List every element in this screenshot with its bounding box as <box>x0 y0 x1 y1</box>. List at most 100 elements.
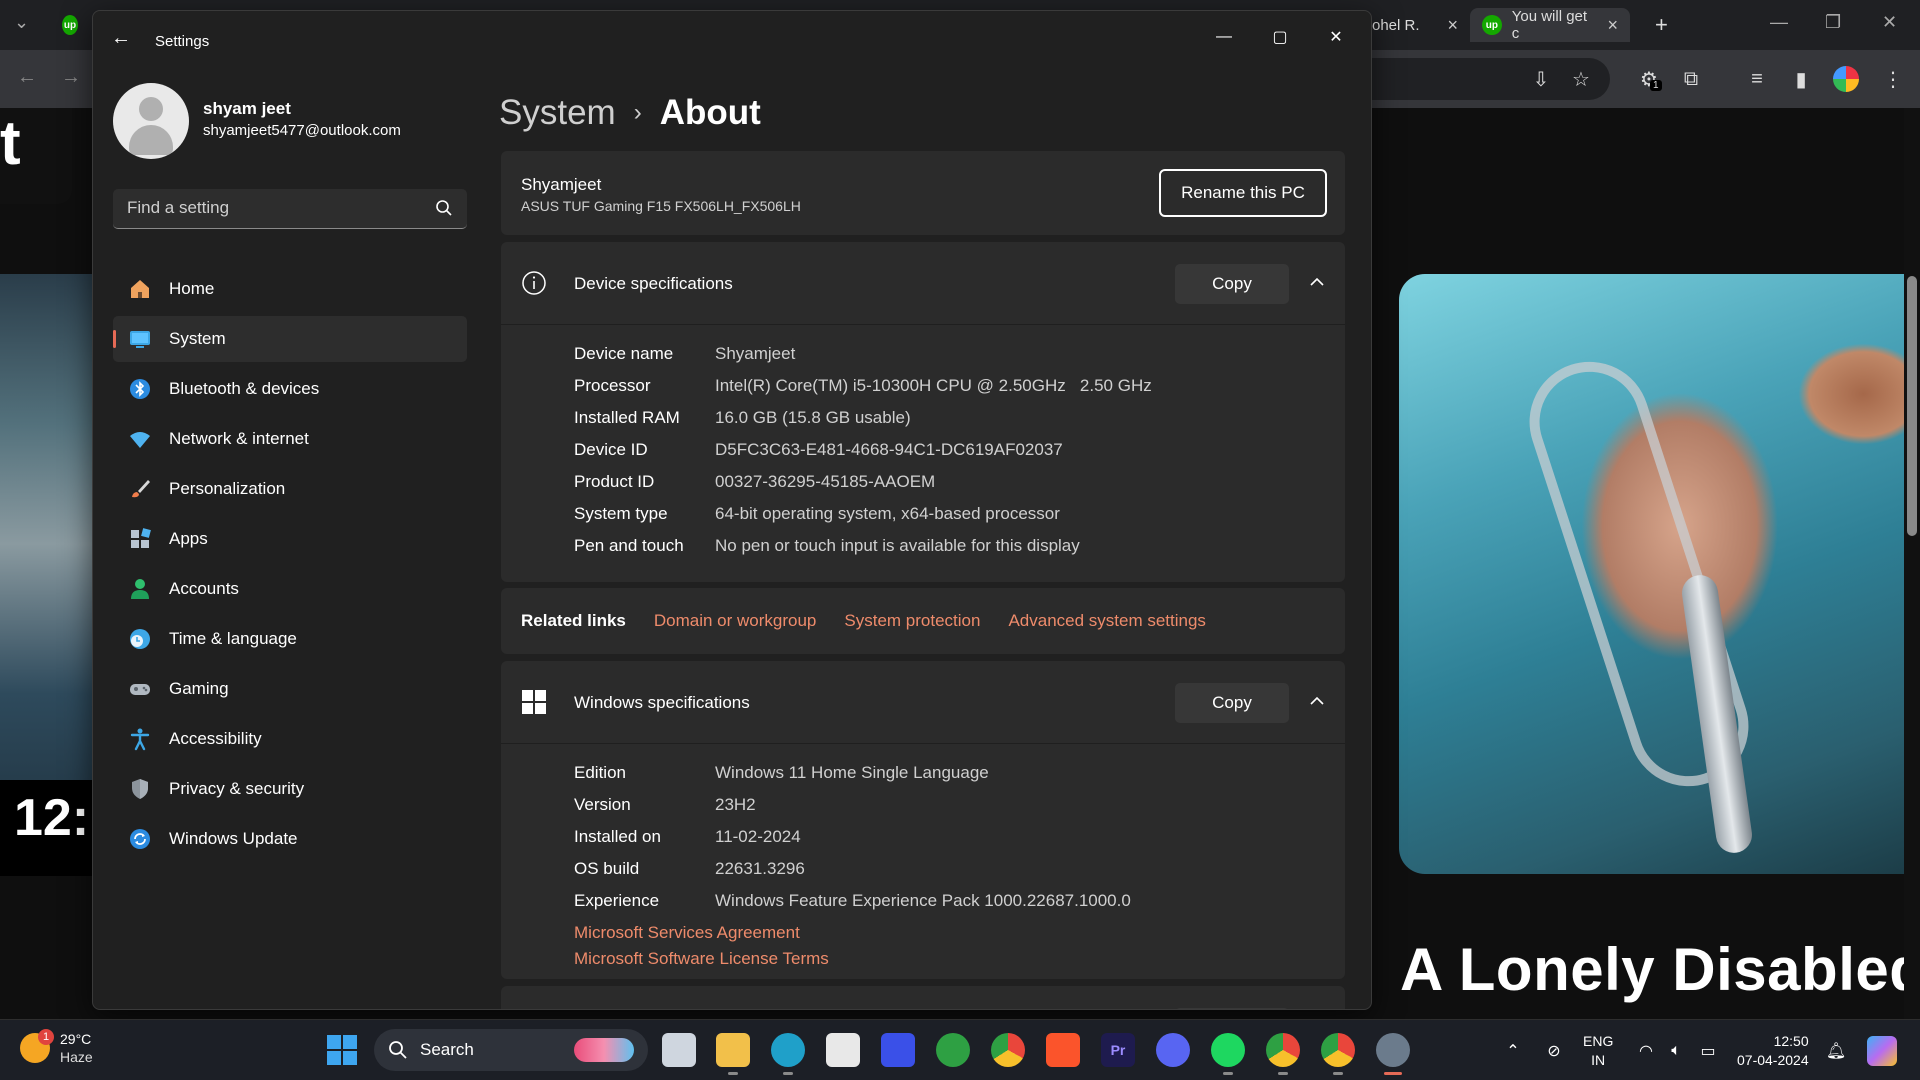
drive-icon[interactable]: ⊘ <box>1543 1040 1565 1062</box>
spec-value: 64-bit operating system, x64-based proce… <box>715 504 1060 523</box>
services-agreement-link[interactable]: Microsoft Services Agreement <box>574 923 800 943</box>
sidebar-item-personalization[interactable]: Personalization <box>113 466 467 512</box>
sidebar-item-apps[interactable]: Apps <box>113 516 467 562</box>
search-input[interactable] <box>113 189 423 227</box>
premiere-pro-icon[interactable]: Pr <box>1101 1033 1135 1067</box>
maximize-button[interactable]: ▢ <box>1257 21 1303 53</box>
sidebar-item-bluetooth[interactable]: Bluetooth & devices <box>113 366 467 412</box>
spotify-icon[interactable] <box>1211 1033 1245 1075</box>
browser-close-icon[interactable]: ✕ <box>1882 12 1897 33</box>
license-terms-link[interactable]: Microsoft Software License Terms <box>574 949 829 969</box>
browser-tab-active[interactable]: up You will get c × <box>1470 8 1630 42</box>
edge-icon[interactable] <box>771 1033 805 1075</box>
back-arrow-icon[interactable]: ← <box>111 27 131 50</box>
task-view-icon[interactable] <box>662 1033 696 1067</box>
notifications-bell-icon[interactable]: 🔔︎ <box>1825 1040 1847 1062</box>
file-explorer-icon[interactable] <box>716 1033 750 1075</box>
search-box[interactable] <box>113 189 467 229</box>
sidebar-item-privacy-security[interactable]: Privacy & security <box>113 766 467 812</box>
video-title[interactable]: A Lonely Disabled M <box>1400 935 1920 1004</box>
language-indicator[interactable]: ENG IN <box>1583 1032 1613 1070</box>
language-code: ENG <box>1583 1033 1614 1049</box>
system-protection-link[interactable]: System protection <box>844 611 980 631</box>
sidebar-item-time-language[interactable]: Time & language <box>113 616 467 662</box>
settings-window: ← Settings — ▢ ✕ shyam jeet shyamjeet547… <box>92 10 1372 1010</box>
settings-gear-icon[interactable] <box>1376 1033 1410 1075</box>
chrome-profile-icon[interactable] <box>1266 1033 1300 1075</box>
sidebar-item-network[interactable]: Network & internet <box>113 416 467 462</box>
forward-icon[interactable]: → <box>58 64 84 90</box>
back-icon[interactable]: ← <box>14 64 40 90</box>
show-hidden-icons-chevron-icon[interactable]: ⌃ <box>1502 1040 1524 1062</box>
sidebar-item-gaming[interactable]: Gaming <box>113 666 467 712</box>
install-app-icon[interactable]: ⇩ <box>1528 66 1554 92</box>
sidebar-item-system[interactable]: System <box>113 316 467 362</box>
rename-pc-button[interactable]: Rename this PC <box>1159 169 1327 217</box>
new-tab-icon[interactable]: + <box>1655 12 1668 38</box>
windows-spec-list: Edition Windows 11 Home Single Language V… <box>574 757 1131 917</box>
side-panel-icon[interactable]: ▮ <box>1788 66 1814 92</box>
browser-minimize-icon[interactable]: — <box>1770 12 1788 33</box>
discord-icon[interactable] <box>1156 1033 1190 1067</box>
page-scrollbar[interactable] <box>1904 108 1920 1019</box>
tab-search-chevron-icon[interactable]: ⌄ <box>14 12 29 33</box>
device-specifications-header[interactable]: Device specifications Copy <box>501 242 1345 324</box>
sidebar-item-windows-update[interactable]: Windows Update <box>113 816 467 862</box>
spec-key: Product ID <box>574 472 655 491</box>
brave-icon[interactable] <box>1046 1033 1080 1067</box>
avatar[interactable] <box>113 83 189 159</box>
chevron-up-icon[interactable] <box>1307 272 1327 292</box>
minimize-button[interactable]: — <box>1201 21 1247 53</box>
profile-name: shyam jeet <box>203 99 291 118</box>
blue-app-icon[interactable] <box>881 1033 915 1067</box>
close-tab-icon[interactable]: × <box>1447 15 1458 36</box>
spec-value: 23H2 <box>715 795 756 814</box>
bookmark-star-icon[interactable]: ☆ <box>1568 66 1594 92</box>
extensions-puzzle-icon[interactable]: ⧉ <box>1678 66 1704 92</box>
taskbar-search[interactable]: Search <box>374 1029 648 1071</box>
copy-windows-specs-button[interactable]: Copy <box>1175 683 1289 723</box>
gaming-icon <box>127 676 153 702</box>
profile-avatar-icon[interactable] <box>1833 66 1859 92</box>
copy-device-specs-button[interactable]: Copy <box>1175 264 1289 304</box>
microsoft-store-icon[interactable] <box>826 1033 860 1067</box>
extension-icon[interactable]: ⚙ 1 <box>1636 66 1662 92</box>
windows-specifications-header[interactable]: Windows specifications Copy <box>501 661 1345 743</box>
browser-tab-upwork[interactable]: up <box>50 8 90 42</box>
copy-button-partial[interactable] <box>1175 1008 1289 1009</box>
start-button[interactable] <box>327 1035 357 1065</box>
close-tab-icon[interactable]: × <box>1607 15 1618 36</box>
video-thumbnail[interactable] <box>1399 274 1920 874</box>
search-icon[interactable] <box>435 199 453 217</box>
sidebar-item-accounts[interactable]: Accounts <box>113 566 467 612</box>
weather-widget[interactable]: 1 29°C Haze <box>20 1029 93 1066</box>
sidebar-item-accessibility[interactable]: Accessibility <box>113 716 467 762</box>
browser-restore-icon[interactable]: ❐ <box>1825 12 1841 33</box>
breadcrumb-parent[interactable]: System <box>499 93 616 133</box>
xbox-icon[interactable] <box>936 1033 970 1067</box>
pc-name: Shyamjeet <box>521 175 602 194</box>
reading-list-icon[interactable]: ≡ <box>1744 66 1770 92</box>
browser-tab[interactable]: ohel R. × <box>1360 8 1470 42</box>
volume-icon[interactable]: 🔈︎ <box>1665 1040 1687 1062</box>
sidebar-item-label: Home <box>169 279 215 298</box>
chrome-profile-icon[interactable] <box>1321 1033 1355 1075</box>
weather-temperature: 29°C <box>60 1031 92 1047</box>
domain-workgroup-link[interactable]: Domain or workgroup <box>654 611 817 631</box>
system-clock[interactable]: 12:50 07-04-2024 <box>1737 1032 1809 1070</box>
spec-row: Device name Shyamjeet <box>574 338 1152 370</box>
update-icon <box>127 826 153 852</box>
sidebar-item-home[interactable]: Home <box>113 266 467 312</box>
close-button[interactable]: ✕ <box>1313 21 1359 53</box>
accessibility-icon <box>127 726 153 752</box>
copilot-icon[interactable] <box>1867 1036 1897 1066</box>
browser-menu-icon[interactable]: ⋮ <box>1880 66 1906 92</box>
spec-key: System type <box>574 504 668 523</box>
chrome-icon[interactable] <box>991 1033 1025 1067</box>
spec-row: Pen and touch No pen or touch input is av… <box>574 530 1152 562</box>
battery-icon[interactable]: ▭ <box>1697 1040 1719 1062</box>
wifi-icon[interactable]: ◠ <box>1635 1040 1657 1062</box>
chevron-up-icon[interactable] <box>1307 691 1327 711</box>
sidebar-item-label: Privacy & security <box>169 779 305 798</box>
advanced-system-settings-link[interactable]: Advanced system settings <box>1008 611 1205 631</box>
